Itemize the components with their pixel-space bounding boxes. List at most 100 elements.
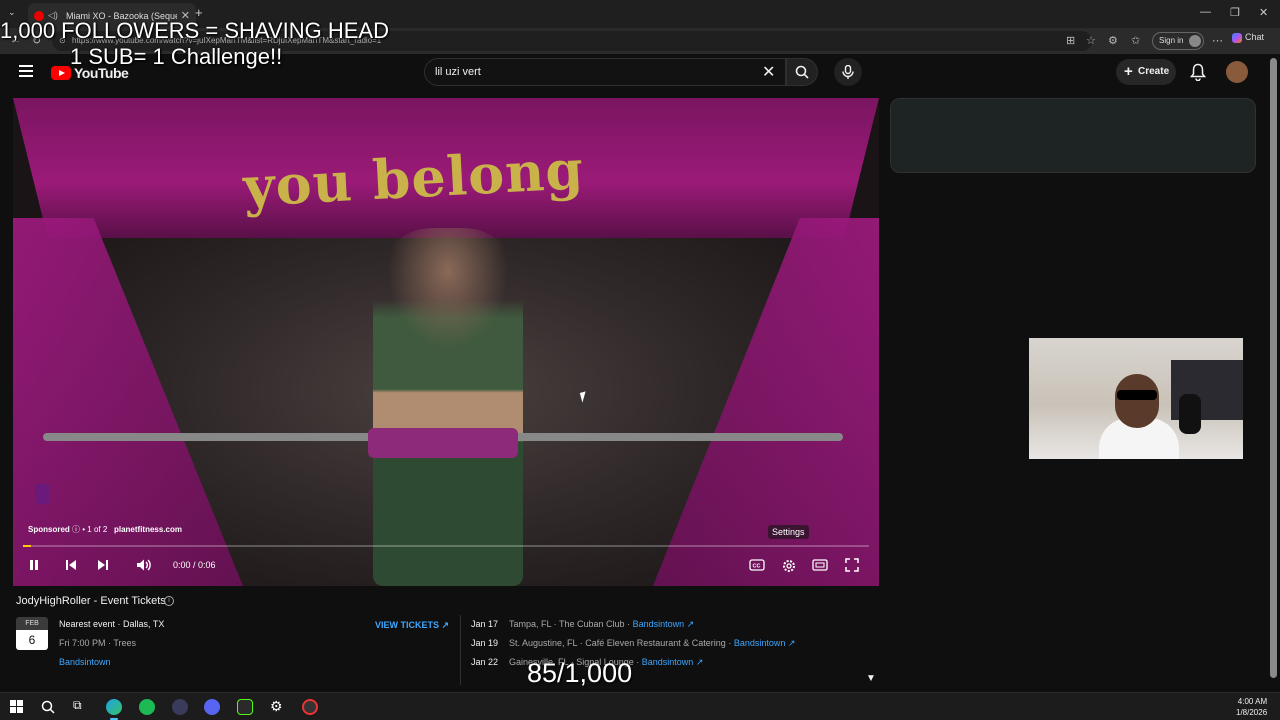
follower-counter: 85/1,000 [527,658,633,688]
event-list-item[interactable]: Jan 17 Tampa, FL · The Cuban Club · Bands… [471,619,694,630]
volume-icon [137,559,151,571]
fullscreen-button[interactable] [845,558,859,574]
ad-info-icon[interactable]: ⓘ [72,525,82,534]
obs-icon[interactable] [172,699,188,715]
stream-goal-line-2: 1 SUB= 1 Challenge!! [70,44,283,69]
pause-icon [30,560,38,570]
search-icon[interactable] [41,700,55,714]
webcam-person-head [1115,374,1159,428]
video-person [373,228,523,586]
search-input[interactable]: lil uzi vert [424,58,786,86]
settings-tooltip: Settings [768,525,809,539]
restore-icon[interactable]: ❐ [1230,6,1240,19]
external-link-icon: ↗ [441,620,450,630]
windows-start-icon[interactable] [10,700,23,713]
chevron-down-icon[interactable]: ▼ [866,673,876,684]
info-icon[interactable]: i [164,596,174,606]
streamer-webcam [1029,338,1243,459]
system-clock[interactable]: 4:00 AM 1/8/2026 [1236,696,1267,718]
event-provider-link[interactable]: Bandsintown [633,619,685,629]
create-label: Create [1138,66,1170,77]
create-button[interactable]: + Create [1116,59,1176,85]
volume-button[interactable] [136,558,152,574]
copilot-icon [1232,32,1242,43]
chat-label: Chat [1245,32,1265,42]
event-month: FEB [16,617,48,630]
tab-list-icon[interactable]: ⌄ [8,7,16,18]
event-provider-link[interactable]: Bandsintown [642,657,694,667]
more-menu-icon[interactable]: ⋯ [1212,34,1223,47]
featured-event-date: FEB 6 [16,617,48,650]
recording-app-icon[interactable] [302,699,318,715]
search-icon [795,65,809,79]
video-barbell-pad [368,428,518,458]
account-avatar[interactable] [1226,61,1248,83]
event-date: Jan 17 [471,619,499,629]
search-button[interactable] [786,58,818,86]
event-date: Jan 22 [471,657,499,667]
kick-app-icon[interactable] [237,699,253,715]
settings-button[interactable] [781,558,797,574]
event-place: Tampa, FL · The Cuban Club [509,619,625,629]
windows-taskbar: ⧉ ⚙ 4:00 AM 1/8/2026 [0,692,1280,720]
page-scrollbar-thumb[interactable] [1270,58,1277,678]
external-link-icon: ↗ [693,657,704,667]
featured-event-headline: Nearest event · Dallas, TX [59,619,165,629]
event-date: Jan 19 [471,638,499,648]
events-divider [460,615,461,685]
clock-time: 4:00 AM [1237,697,1268,706]
previous-button[interactable] [64,558,78,574]
settings-gear-icon[interactable]: ⚙ [270,698,283,715]
view-tickets-label: VIEW TICKETS [375,620,440,630]
fullscreen-icon [845,558,859,572]
signin-label: Sign in [1159,36,1184,45]
svg-text:CC: CC [753,564,761,570]
featured-event-detail: Fri 7:00 PM · Trees [59,638,137,648]
voice-search-button[interactable] [834,58,862,86]
extensions-icon[interactable]: ⚙ [1108,34,1118,47]
sponsored-label: Sponsored [28,525,70,534]
pause-button[interactable] [27,558,41,574]
clear-search-icon[interactable]: ✕ [762,62,775,82]
event-day: 6 [16,630,48,650]
favorites-icon[interactable]: ✩ [1131,34,1140,47]
progress-bar[interactable] [23,545,869,547]
video-player[interactable]: you belong Sponsored ⓘ • 1 of 2 planetfi… [13,98,879,586]
time-readout: 0:00 / 0:06 [173,560,216,570]
captions-icon: CC [749,559,765,571]
view-tickets-button[interactable]: VIEW TICKETS ↗ [375,620,449,631]
microphone-icon [842,65,854,79]
notifications-bell-icon[interactable] [1190,63,1206,81]
app-available-icon[interactable]: ⊞ [1066,34,1075,47]
theater-mode-button[interactable] [812,558,828,574]
youtube-play-icon [51,66,71,80]
favorite-star-icon[interactable]: ☆ [1086,34,1096,47]
event-tickets-title: JodyHighRoller - Event Tickets [16,595,166,607]
edge-browser-icon[interactable] [106,699,122,720]
event-place: St. Augustine, FL · Café Eleven Restaura… [509,638,726,648]
copilot-chat-button[interactable]: Chat [1232,32,1264,43]
external-link-icon: ↗ [684,619,695,629]
profile-avatar-icon [1189,35,1201,47]
gear-icon [783,560,795,572]
featured-event-provider-link[interactable]: Bandsintown [59,657,111,667]
spotify-icon[interactable] [139,699,155,715]
event-list-item[interactable]: Jan 19 St. Augustine, FL · Café Eleven Re… [471,638,795,649]
discord-icon[interactable] [204,699,220,715]
task-view-icon[interactable]: ⧉ [73,698,82,713]
webcam-microphone [1179,394,1201,434]
ad-info: Sponsored ⓘ • 1 of 2 planetfitness.com [28,524,182,535]
theater-mode-icon [812,559,828,571]
next-button[interactable] [96,558,110,574]
stream-goal-line-1: 1,000 FOLLOWERS = SHAVING HEAD [0,18,389,43]
next-icon [98,560,108,570]
ad-position: • 1 of 2 [82,525,108,534]
minimize-icon[interactable]: — [1200,6,1211,18]
event-provider-link[interactable]: Bandsintown [734,638,786,648]
captions-button[interactable]: CC [749,558,765,574]
advertiser-logo[interactable] [35,484,49,504]
menu-icon[interactable] [19,65,33,77]
close-window-icon[interactable]: ✕ [1259,6,1268,19]
ad-domain-link[interactable]: planetfitness.com [114,525,182,534]
signin-button[interactable]: Sign in [1152,32,1204,50]
